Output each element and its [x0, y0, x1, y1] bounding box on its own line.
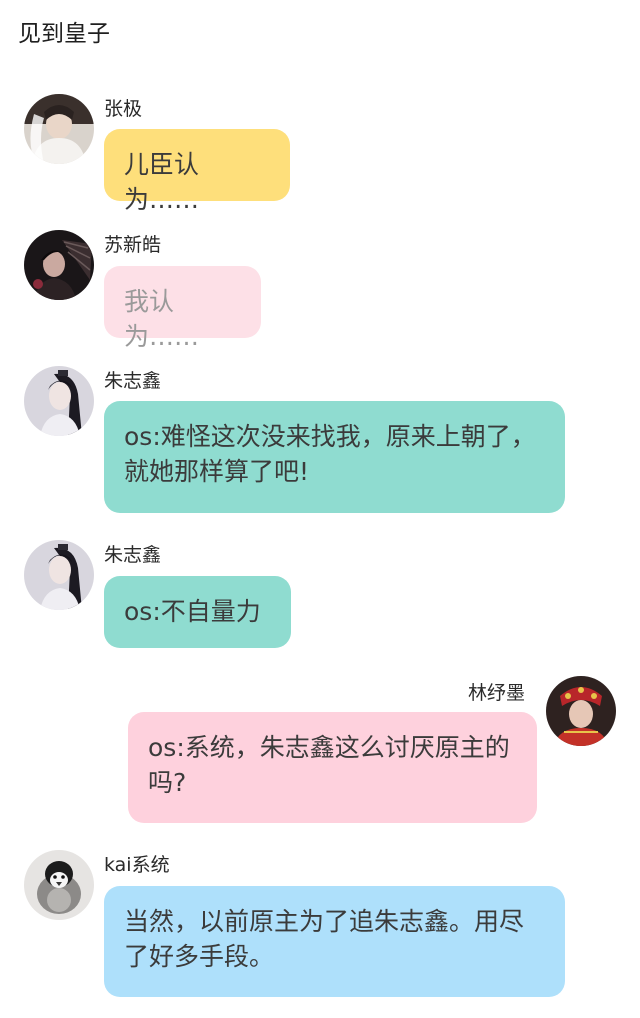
message-bubble[interactable]: 儿臣认为…… — [104, 129, 290, 214]
sender-name: kai系统 — [104, 854, 170, 876]
message-text: 我认为…… — [124, 287, 200, 351]
avatar-dark-fan[interactable] — [24, 230, 94, 300]
avatar-red-headdress[interactable] — [546, 676, 616, 746]
sender-name: 苏新皓 — [104, 234, 162, 256]
sender-name: 朱志鑫 — [104, 544, 162, 566]
avatar-image — [546, 676, 616, 746]
sender-name: 林纾墨 — [468, 682, 526, 704]
message-bubble[interactable]: os:不自量力 — [104, 576, 291, 648]
message-text: 当然，以前原主为了追朱志鑫。用尽了好多手段。 — [124, 907, 525, 971]
avatar-image — [24, 540, 94, 610]
message-text: 儿臣认为…… — [124, 150, 200, 214]
chat-title: 见到皇子 — [18, 21, 110, 47]
message-bubble[interactable]: 当然，以前原主为了追朱志鑫。用尽了好多手段。 — [104, 886, 565, 997]
sender-name: 朱志鑫 — [104, 370, 162, 392]
message-bubble[interactable]: os:难怪这次没来找我，原来上朝了，就她那样算了吧! — [104, 401, 565, 513]
avatar-long-hair[interactable] — [24, 540, 94, 610]
avatar-long-hair[interactable] — [24, 366, 94, 436]
message-bubble[interactable]: 我认为…… — [104, 266, 261, 351]
avatar-image — [24, 366, 94, 436]
avatar-image — [24, 230, 94, 300]
avatar-image — [24, 94, 94, 164]
message-text: os:系统，朱志鑫这么讨厌原主的吗? — [148, 733, 510, 797]
message-text: os:难怪这次没来找我，原来上朝了，就她那样算了吧! — [124, 422, 536, 486]
message-text: os:不自量力 — [124, 597, 261, 626]
sender-name: 张极 — [104, 98, 143, 120]
avatar-image — [24, 850, 94, 920]
message-bubble[interactable]: os:系统，朱志鑫这么讨厌原主的吗? — [128, 712, 537, 823]
avatar-white-veil[interactable] — [24, 94, 94, 164]
avatar-penguin[interactable] — [24, 850, 94, 920]
